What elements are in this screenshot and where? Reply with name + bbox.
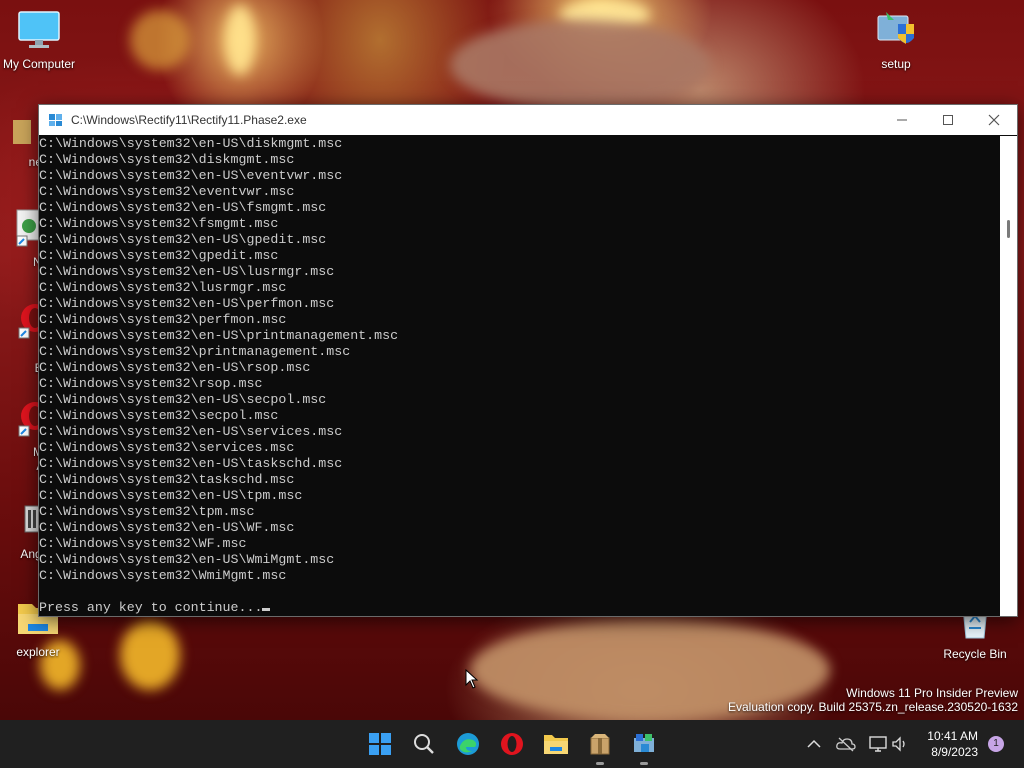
desktop-icon-setup[interactable]: setup — [854, 10, 938, 71]
desktop-icon-label: My Computer — [2, 57, 76, 71]
window-titlebar[interactable]: C:\Windows\Rectify11\Rectify11.Phase2.ex… — [39, 105, 1017, 135]
tray-volume[interactable] — [884, 728, 916, 760]
minimize-icon — [897, 119, 907, 121]
file-explorer-icon — [544, 735, 568, 754]
text-cursor — [262, 608, 271, 611]
taskbar-package-app[interactable] — [584, 728, 616, 765]
monitor-icon — [0, 10, 81, 53]
clock-date: 8/9/2023 — [931, 745, 978, 759]
desktop-icon-label: setup — [881, 57, 911, 71]
package-icon — [590, 734, 610, 755]
desktop-icon-label: explorer — [16, 645, 60, 659]
maximize-button[interactable] — [925, 105, 971, 135]
taskbar-opera[interactable] — [496, 728, 528, 760]
mouse-pointer-icon — [465, 668, 479, 694]
start-button[interactable] — [364, 728, 396, 760]
tray-onedrive[interactable] — [830, 728, 862, 760]
console-line: C:\Windows\system32\en-US\tpm.msc — [39, 488, 303, 503]
running-indicator — [596, 762, 604, 765]
notification-badge[interactable]: 1 — [988, 736, 1004, 752]
console-line: C:\Windows\system32\en-US\diskmgmt.msc — [39, 136, 343, 151]
desktop-icon-label: Recycle Bin — [943, 647, 1007, 661]
cloud-offline-icon — [836, 737, 856, 752]
watermark-build: Evaluation copy. Build 25375.zn_release.… — [728, 700, 1018, 714]
watermark-edition: Windows 11 Pro Insider Preview — [846, 686, 1018, 700]
tray-overflow-button[interactable] — [798, 728, 830, 760]
search-icon — [414, 734, 434, 754]
console-line: C:\Windows\system32\en-US\fsmgmt.msc — [39, 200, 327, 215]
console-line: C:\Windows\system32\perfmon.msc — [39, 312, 287, 327]
taskbar-clock[interactable]: 10:41 AM 8/9/2023 — [927, 728, 978, 760]
console-line: C:\Windows\system32\secpol.msc — [39, 408, 279, 423]
setup-shield-icon — [854, 10, 938, 53]
console-line: C:\Windows\system32\en-US\printmanagemen… — [39, 328, 399, 343]
taskbar: 10:41 AM 8/9/2023 1 — [0, 720, 1024, 768]
console-line: C:\Windows\system32\en-US\WmiMgmt.msc — [39, 552, 335, 567]
console-line: C:\Windows\system32\en-US\perfmon.msc — [39, 296, 335, 311]
continue-prompt: Press any key to continue... — [39, 600, 999, 616]
console-line: C:\Windows\system32\gpedit.msc — [39, 248, 279, 263]
console-line: C:\Windows\system32\en-US\taskschd.msc — [39, 456, 343, 471]
search-button[interactable] — [408, 728, 440, 760]
evaluation-watermark: Windows 11 Pro Insider Preview Evaluatio… — [728, 686, 1018, 714]
console-line: C:\Windows\system32\WF.msc — [39, 536, 247, 551]
window-title: C:\Windows\Rectify11\Rectify11.Phase2.ex… — [71, 113, 307, 127]
taskbar-file-explorer[interactable] — [540, 728, 572, 760]
console-line: C:\Windows\system32\en-US\eventvwr.msc — [39, 168, 343, 183]
console-output[interactable]: C:\Windows\system32\en-US\diskmgmt.msc C… — [39, 136, 999, 616]
close-icon — [988, 114, 1000, 126]
maximize-icon — [943, 115, 953, 125]
scrollbar-thumb[interactable] — [1007, 220, 1010, 238]
console-line: C:\Windows\system32\en-US\lusrmgr.msc — [39, 264, 335, 279]
console-line: C:\Windows\system32\fsmgmt.msc — [39, 216, 279, 231]
volume-icon — [892, 736, 905, 752]
console-app-icon — [49, 113, 63, 127]
taskbar-edge[interactable] — [452, 728, 484, 760]
console-line: C:\Windows\system32\en-US\rsop.msc — [39, 360, 311, 375]
console-line: C:\Windows\system32\services.msc — [39, 440, 295, 455]
clock-time: 10:41 AM — [927, 729, 978, 743]
close-button[interactable] — [971, 105, 1017, 135]
console-line: C:\Windows\system32\lusrmgr.msc — [39, 280, 287, 295]
vertical-scrollbar[interactable] — [1000, 136, 1017, 616]
console-line: C:\Windows\system32\diskmgmt.msc — [39, 152, 295, 167]
console-line: C:\Windows\system32\en-US\secpol.msc — [39, 392, 327, 407]
console-line: C:\Windows\system32\en-US\WF.msc — [39, 520, 295, 535]
edge-icon — [457, 733, 479, 755]
console-line: C:\Windows\system32\rsop.msc — [39, 376, 263, 391]
opera-icon — [501, 733, 523, 755]
rectify-installer-icon — [634, 734, 654, 752]
chevron-up-icon — [807, 739, 821, 748]
console-line: C:\Windows\system32\eventvwr.msc — [39, 184, 295, 199]
taskbar-rectify-installer[interactable] — [628, 728, 660, 765]
console-line: C:\Windows\system32\tpm.msc — [39, 504, 255, 519]
console-line: C:\Windows\system32\WmiMgmt.msc — [39, 568, 287, 583]
console-window[interactable]: C:\Windows\Rectify11\Rectify11.Phase2.ex… — [38, 104, 1018, 617]
console-line: C:\Windows\system32\taskschd.msc — [39, 472, 295, 487]
continue-prompt-text: Press any key to continue... — [39, 600, 263, 615]
console-line: C:\Windows\system32\en-US\services.msc — [39, 424, 343, 439]
minimize-button[interactable] — [879, 105, 925, 135]
console-line: C:\Windows\system32\en-US\gpedit.msc — [39, 232, 327, 247]
running-indicator — [640, 762, 648, 765]
desktop-icon-my-computer[interactable]: My Computer — [0, 10, 81, 71]
console-line: C:\Windows\system32\printmanagement.msc — [39, 344, 351, 359]
start-icon — [369, 733, 391, 755]
